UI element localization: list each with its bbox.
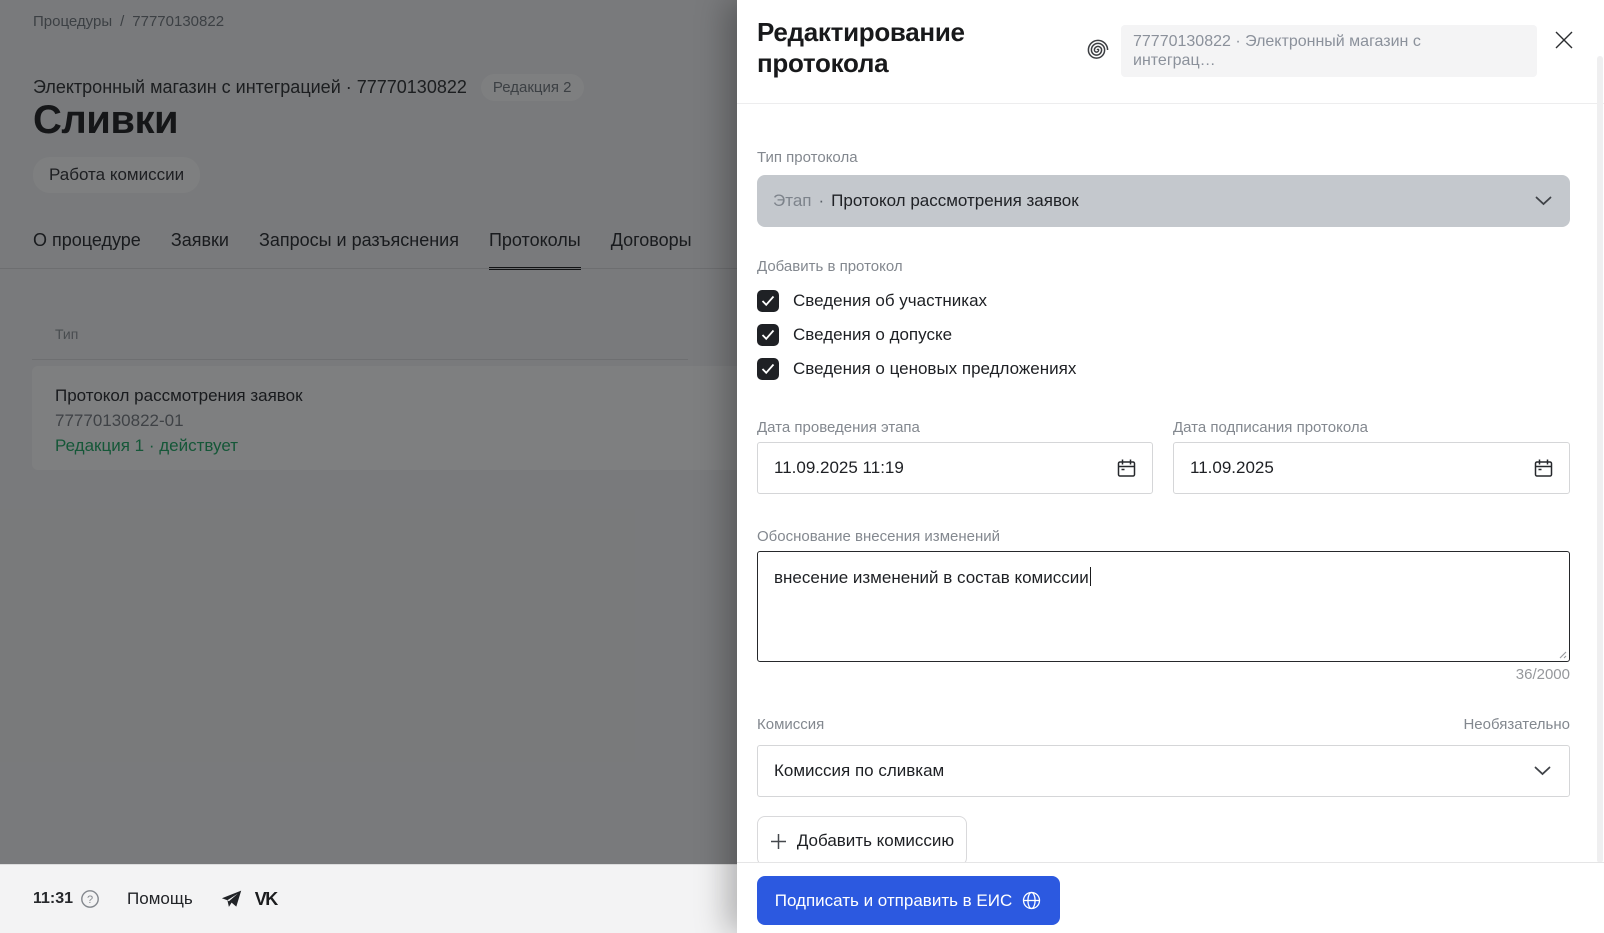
add-to-protocol-label: Добавить в протокол [757,258,903,275]
checkbox-participants[interactable]: Сведения об участниках [757,289,987,313]
checkbox-checked-icon[interactable] [757,290,779,312]
signing-date-input[interactable]: 11.09.2025 [1173,442,1570,494]
protocol-type-label: Тип протокола [757,149,858,166]
stage-date-value: 11.09.2025 11:19 [774,458,904,477]
signing-date-label: Дата подписания протокола [1173,419,1368,436]
optional-hint: Необязательно [1463,716,1570,733]
protocol-type-select[interactable]: Этап · Протокол рассмотрения заявок [757,175,1570,227]
checkbox-checked-icon[interactable] [757,324,779,346]
stage-date-label: Дата проведения этапа [757,419,920,436]
clock: 11:31 [33,890,74,907]
protocol-type-separator: · [818,191,825,210]
vk-icon[interactable]: VK [255,889,279,910]
protocol-type-value: Протокол рассмотрения заявок [831,191,1079,210]
checkbox-admission[interactable]: Сведения о допуске [757,323,952,347]
panel-footer: Подписать и отправить в ЕИС [737,862,1604,933]
text-caret [1089,567,1091,586]
protocol-type-prefix: Этап [773,191,812,210]
svg-text:?: ? [87,894,93,906]
char-counter: 36/2000 [1515,666,1570,683]
plus-icon [770,833,787,850]
submit-to-eis-label: Подписать и отправить в ЕИС [774,890,1013,910]
panel-title: Редактирование протокола [757,17,965,78]
commission-value: Комиссия по сливкам [774,761,945,780]
help-link[interactable]: Помощь [127,889,193,909]
justification-value: внесение изменений в состав комиссии [774,568,1089,587]
add-commission-button[interactable]: Добавить комиссию [757,816,967,866]
panel-scrollbar[interactable] [1597,56,1603,863]
calendar-icon[interactable] [1532,457,1555,480]
telegram-icon[interactable] [221,890,242,909]
justification-label: Обоснование внесения изменений [757,528,1001,545]
checkbox-admission-label: Сведения о допуске [793,325,953,344]
checkbox-price-offers[interactable]: Сведения о ценовых предложениях [757,357,1076,381]
edit-protocol-panel: Редактирование протокола 77770130822 · Э… [737,0,1604,933]
resize-handle-icon[interactable] [1557,649,1567,659]
globe-icon [1021,890,1042,911]
context-chip-line1: 77770130822 · Электронный магазин с [1133,33,1421,50]
signing-date-value: 11.09.2025 [1190,458,1274,477]
add-commission-label: Добавить комиссию [796,831,955,850]
checkbox-checked-icon[interactable] [757,358,779,380]
checkbox-price-offers-label: Сведения о ценовых предложениях [793,359,1077,378]
commission-label: Комиссия [757,716,825,733]
spiral-icon [1084,36,1112,64]
help-circle-icon[interactable]: ? [80,889,100,909]
submit-to-eis-button[interactable]: Подписать и отправить в ЕИС [757,876,1060,925]
chevron-down-icon [1534,766,1551,776]
checkbox-participants-label: Сведения об участниках [793,291,988,310]
panel-header-divider [737,103,1604,104]
procedure-context-chip: 77770130822 · Электронный магазин с инте… [1121,25,1537,77]
stage-date-input[interactable]: 11.09.2025 11:19 [757,442,1153,494]
calendar-icon[interactable] [1115,457,1138,480]
chevron-down-icon [1535,196,1552,206]
commission-select[interactable]: Комиссия по сливкам [757,745,1570,797]
close-icon[interactable] [1549,25,1579,55]
justification-textarea[interactable]: внесение изменений в состав комиссии [757,551,1570,662]
context-chip-line2: интеграц… [1133,52,1216,69]
